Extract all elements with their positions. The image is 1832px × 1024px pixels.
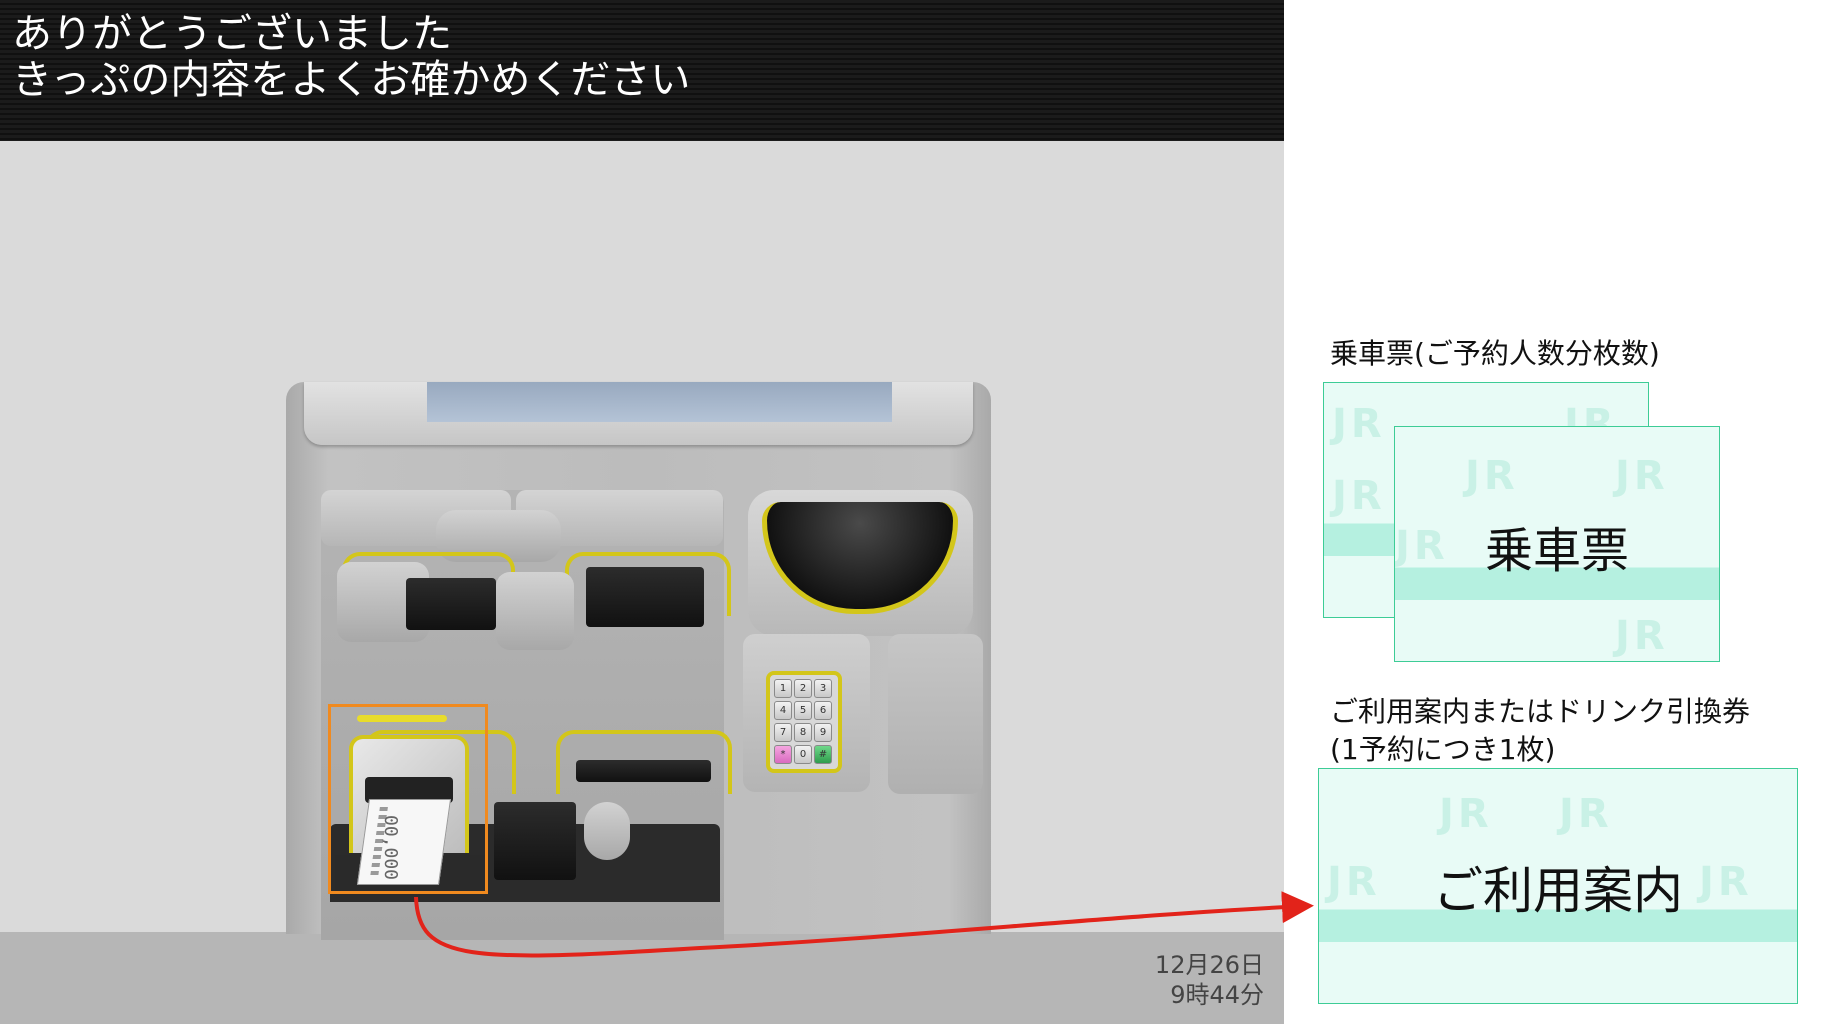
output-arrow [414,891,1314,958]
arrow-path [414,891,1314,958]
